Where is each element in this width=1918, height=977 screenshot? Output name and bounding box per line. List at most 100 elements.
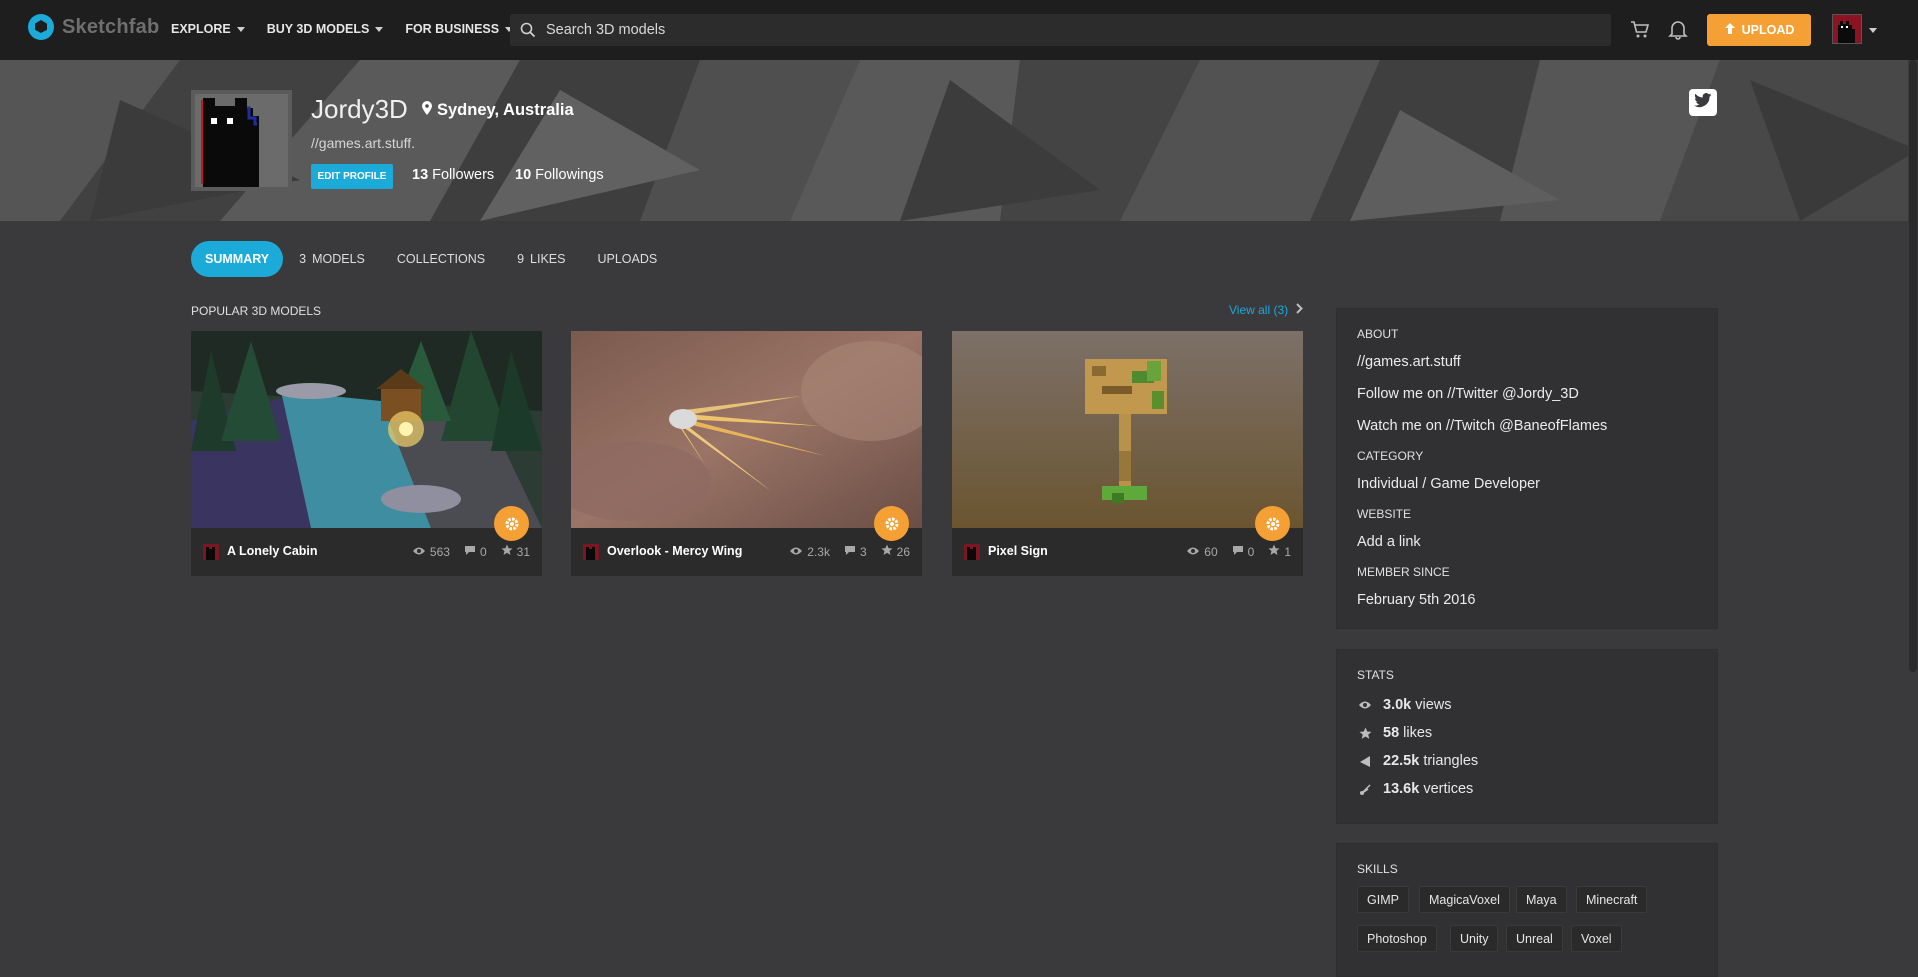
skill-tag[interactable]: GIMP (1357, 886, 1409, 913)
gear-icon[interactable] (874, 506, 909, 541)
model-card[interactable]: Pixel Sign 60 0 1 (952, 331, 1303, 576)
top-navbar: Sketchfab EXPLORE BUY 3D MODELS FOR BUSI… (0, 0, 1918, 60)
chevron-right-icon (1296, 303, 1304, 317)
followings-count: 10 (515, 167, 532, 183)
tab-summary-label: SUMMARY (205, 252, 270, 266)
view-all-label: View all (3) (1229, 303, 1289, 317)
nav-buy-label: BUY 3D MODELS (266, 22, 370, 36)
followings-link[interactable]: 10 Followings (515, 167, 604, 183)
author-avatar[interactable] (583, 544, 599, 560)
profile-name: Jordy3D (311, 94, 408, 124)
model-card[interactable]: A Lonely Cabin 563 0 31 (191, 331, 542, 576)
followers-label: Followers (432, 167, 495, 183)
search-input[interactable] (546, 22, 1546, 38)
upload-label: UPLOAD (1741, 23, 1795, 37)
tab-collections[interactable]: COLLECTIONS (381, 241, 501, 277)
followers-link[interactable]: 13 Followers (412, 167, 494, 183)
likes-count: 1 (1284, 544, 1291, 559)
comments-count: 3 (859, 544, 867, 559)
eye-icon (412, 545, 426, 559)
vertices-value: 13.6k (1383, 781, 1420, 797)
author-avatar[interactable] (964, 544, 980, 560)
nav-explore-label: EXPLORE (171, 22, 231, 36)
views-value: 3.0k (1383, 697, 1412, 713)
model-thumbnail[interactable] (191, 331, 542, 528)
comments-count: 0 (479, 544, 487, 559)
twitter-icon (1694, 92, 1712, 113)
model-card[interactable]: Overlook - Mercy Wing 2.3k 3 26 (571, 331, 922, 576)
nav-links: EXPLORE BUY 3D MODELS FOR BUSINESS (171, 22, 514, 36)
view-all-link[interactable]: View all (3) (1229, 303, 1304, 317)
skill-tag[interactable]: MagicaVoxel (1419, 886, 1510, 913)
star-icon (1268, 544, 1280, 559)
chevron-down-icon (375, 26, 384, 32)
sketchfab-logo[interactable]: Sketchfab (28, 14, 159, 40)
about-line: Follow me on //Twitter @Jordy_3D (1357, 386, 1579, 402)
model-thumbnail[interactable] (952, 331, 1303, 528)
profile-banner: Jordy3D Sydney, Australia //games.art.st… (0, 60, 1918, 221)
triangle-icon (1357, 753, 1373, 769)
skill-tag[interactable]: Unity (1450, 925, 1499, 952)
likes-count: 26 (896, 544, 910, 559)
nav-buy-3d-models[interactable]: BUY 3D MODELS (267, 22, 384, 36)
views-count: 60 (1204, 544, 1218, 559)
about-panel: ABOUT //games.art.stuff Follow me on //T… (1336, 308, 1718, 629)
user-menu-chevron-icon[interactable] (1869, 28, 1877, 33)
model-thumbnail[interactable] (571, 331, 922, 528)
page-scrollbar[interactable] (1908, 60, 1918, 977)
skill-tag[interactable]: Minecraft (1576, 886, 1648, 913)
model-stats: 2.3k 3 26 (789, 544, 910, 559)
skill-tag[interactable]: Voxel (1571, 925, 1622, 952)
profile-tagline: //games.art.stuff. (311, 135, 416, 151)
user-avatar[interactable] (1832, 14, 1862, 44)
scrollbar-thumb[interactable] (1909, 60, 1917, 672)
search-icon (518, 20, 538, 40)
edit-profile-button[interactable]: EDIT PROFILE (311, 164, 393, 189)
gear-icon[interactable] (494, 506, 529, 541)
sketchfab-logo-icon (28, 14, 54, 40)
cart-icon[interactable] (1629, 18, 1653, 42)
nav-explore[interactable]: EXPLORE (171, 22, 245, 36)
star-icon (881, 544, 893, 559)
map-pin-icon (422, 101, 432, 120)
eye-icon (1357, 697, 1373, 713)
tab-models[interactable]: 3 MODELS (283, 241, 381, 277)
member-since-value: February 5th 2016 (1357, 592, 1476, 608)
comment-icon (464, 545, 476, 559)
tab-likes-count: 9 (517, 252, 525, 266)
stat-views: 3.0k views (1357, 697, 1452, 713)
comment-icon (1232, 545, 1244, 559)
gear-icon[interactable] (1255, 506, 1290, 541)
model-title[interactable]: A Lonely Cabin (227, 544, 318, 558)
skills-heading: SKILLS (1357, 862, 1398, 876)
nav-business-label: FOR BUSINESS (405, 22, 500, 36)
tab-likes[interactable]: 9 LIKES (501, 241, 581, 277)
skill-tag[interactable]: Photoshop (1357, 925, 1437, 952)
about-line: //games.art.stuff (1357, 354, 1461, 370)
vertices-label: vertices (1423, 781, 1474, 797)
likes-value: 58 (1383, 725, 1400, 741)
model-stats: 60 0 1 (1186, 544, 1291, 559)
website-heading: WEBSITE (1357, 507, 1412, 521)
profile-location: Sydney, Australia (422, 101, 574, 120)
tab-models-count: 3 (299, 252, 307, 266)
logo-text: Sketchfab (62, 15, 160, 38)
bell-icon[interactable] (1667, 18, 1691, 42)
model-title[interactable]: Overlook - Mercy Wing (607, 544, 742, 558)
profile-avatar[interactable] (191, 90, 292, 191)
author-avatar[interactable] (203, 544, 219, 560)
skill-tag[interactable]: Maya (1516, 886, 1567, 913)
model-title[interactable]: Pixel Sign (988, 544, 1048, 558)
tab-likes-label: LIKES (530, 252, 566, 266)
skill-tag[interactable]: Unreal (1506, 925, 1563, 952)
model-stats: 563 0 31 (412, 544, 530, 559)
tab-summary[interactable]: SUMMARY (191, 241, 284, 277)
views-count: 563 (429, 544, 450, 559)
nav-for-business[interactable]: FOR BUSINESS (405, 22, 514, 36)
add-link[interactable]: Add a link (1357, 534, 1421, 550)
upload-arrow-icon (1724, 22, 1736, 38)
member-since-heading: MEMBER SINCE (1357, 565, 1450, 579)
tab-uploads[interactable]: UPLOADS (581, 241, 673, 277)
twitter-button[interactable] (1689, 89, 1717, 116)
upload-button[interactable]: UPLOAD (1707, 14, 1811, 46)
